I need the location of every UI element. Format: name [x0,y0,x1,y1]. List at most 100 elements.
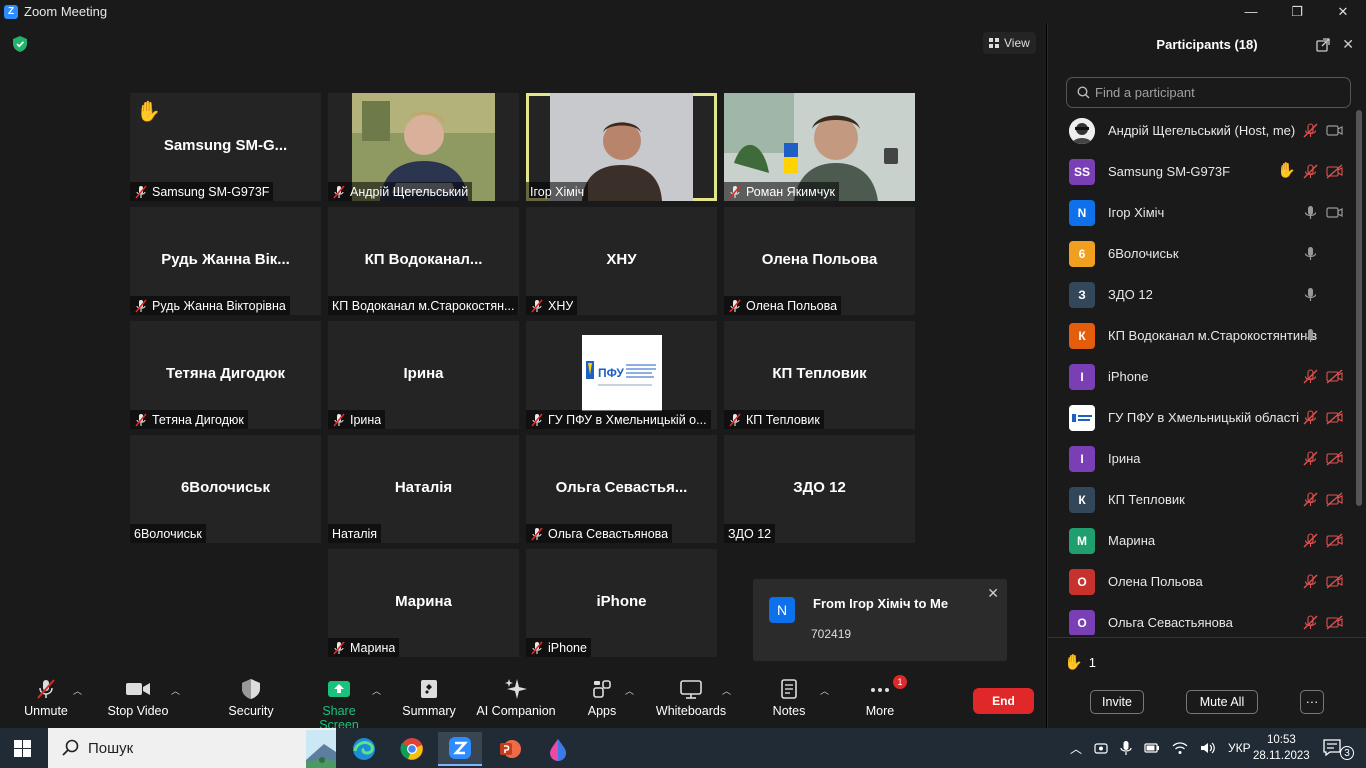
mic-muted-icon[interactable] [1302,122,1319,139]
microphone-tray-icon[interactable] [1120,740,1132,756]
minimize-button[interactable]: — [1228,0,1274,23]
video-tile[interactable]: ПФУ ГУ ПФУ в Хмельницькій о... [526,321,717,429]
windows-start-icon[interactable] [14,740,31,757]
powerpoint-icon[interactable] [488,732,532,766]
camera-off-icon[interactable] [1326,491,1343,508]
video-tile[interactable]: Роман Якимчук [724,93,915,201]
maximize-button[interactable]: ❐ [1274,0,1320,23]
camera-icon[interactable] [1326,122,1343,139]
toast-close-icon[interactable]: ✕ [987,585,999,602]
mic-muted-icon[interactable] [1302,450,1319,467]
mic-icon[interactable] [1302,245,1319,262]
video-tile[interactable]: Ольга Севастья... Ольга Севастьянова [526,435,717,543]
popout-icon[interactable] [1316,38,1330,52]
close-panel-icon[interactable]: ✕ [1342,36,1354,53]
mic-muted-icon[interactable] [1302,614,1319,631]
mic-icon[interactable] [1302,204,1319,221]
video-tile[interactable]: Samsung SM-G... ✋ Samsung SM-G973F [130,93,321,201]
taskbar-search[interactable]: Пошук [48,728,336,768]
video-tile[interactable]: КП Тепловик КП Тепловик [724,321,915,429]
video-tile[interactable]: Андрій Щегельський [328,93,519,201]
security-button[interactable]: Security [226,678,276,718]
volume-icon[interactable] [1200,741,1216,755]
participant-avatar: 6 [1069,240,1095,267]
notification-center[interactable]: 3 [1322,728,1354,768]
camera-off-icon[interactable] [1326,368,1343,385]
video-tile[interactable]: iPhone iPhone [526,549,717,657]
taskbar-clock[interactable]: 10:53 28.11.2023 [1253,732,1310,764]
tile-participant-name: ХНУ [548,298,574,313]
mic-muted-icon[interactable] [1302,573,1319,590]
video-tile[interactable]: ХНУ ХНУ [526,207,717,315]
participant-row[interactable]: N Ігор Хіміч [1048,192,1355,233]
encryption-shield-icon[interactable] [13,36,27,52]
participant-row[interactable]: З ЗДО 12 [1048,274,1355,315]
mic-muted-icon[interactable] [1302,491,1319,508]
participant-row[interactable]: К КП Тепловик [1048,479,1355,520]
panel-more-button[interactable]: ··· [1300,690,1324,714]
mic-icon[interactable] [1302,327,1319,344]
participant-row[interactable]: О Олена Польова [1048,561,1355,602]
chrome-browser-icon[interactable] [390,732,434,766]
video-tile[interactable]: Ігор Хіміч [526,93,717,201]
video-tile[interactable]: Наталія Наталія [328,435,519,543]
mute-all-button[interactable]: Mute All [1186,690,1258,714]
edge-browser-icon[interactable] [342,732,386,766]
participant-search-input[interactable] [1095,85,1335,100]
participants-scrollbar[interactable] [1356,110,1362,506]
video-tile[interactable]: Тетяна Дигодюк Тетяна Дигодюк [130,321,321,429]
video-tile[interactable]: ЗДО 12 ЗДО 12 [724,435,915,543]
apps-button[interactable]: Apps [584,678,620,718]
video-camera-icon [126,683,150,695]
camera-off-icon[interactable] [1326,450,1343,467]
participant-row[interactable]: IiPhone [1048,356,1355,397]
video-tile[interactable]: Олена Польова Олена Польова [724,207,915,315]
unmute-button[interactable]: Unmute [22,678,70,718]
camera-off-icon[interactable] [1326,163,1343,180]
chat-notification[interactable]: N From Ігор Хіміч to Me 702419 ✕ [753,579,1007,661]
stop-video-button[interactable]: Stop Video [106,678,170,718]
zoom-app-icon[interactable] [438,732,482,766]
summary-button[interactable]: Summary [400,678,458,718]
color-drop-app-icon[interactable] [536,732,580,766]
tray-chevron-icon[interactable]: ︿ [1070,740,1082,757]
participant-row[interactable]: М Марина [1048,520,1355,561]
video-tile[interactable]: Рудь Жанна Вік... Рудь Жанна Вікторівна [130,207,321,315]
end-meeting-button[interactable]: End [973,688,1034,714]
tile-display-name: Наталія [394,479,453,496]
mic-icon[interactable] [1302,286,1319,303]
share-screen-button[interactable]: Share Screen [303,678,375,732]
view-button[interactable]: View [983,32,1036,54]
camera-off-icon[interactable] [1326,573,1343,590]
mic-muted-icon[interactable] [1302,368,1319,385]
video-tile[interactable]: 6Волочиськ 6Волочиськ [130,435,321,543]
wifi-icon[interactable] [1172,741,1188,755]
camera-off-icon[interactable] [1326,532,1343,549]
participant-row[interactable]: О Ольга Севастьянова [1048,602,1355,635]
video-tile[interactable]: КП Водоканал... КП Водоканал м.Старокостя… [328,207,519,315]
camera-off-icon[interactable] [1326,614,1343,631]
close-window-button[interactable]: ✕ [1320,0,1366,23]
battery-icon[interactable] [1144,742,1160,754]
participant-row[interactable]: І Ірина [1048,438,1355,479]
participant-row[interactable]: К КП Водоканал м.Старокостянтинів [1048,315,1355,356]
whiteboards-button[interactable]: Whiteboards [655,678,727,718]
meet-now-icon[interactable] [1094,741,1108,755]
notes-button[interactable]: Notes [770,678,808,718]
ai-companion-button[interactable]: AI Companion [476,678,556,718]
participant-row[interactable]: 6 6Волочиськ [1048,233,1355,274]
invite-button[interactable]: Invite [1090,690,1144,714]
video-tile[interactable]: Ірина Ірина [328,321,519,429]
video-tile[interactable]: Марина Марина [328,549,519,657]
participant-row[interactable]: ГУ ПФУ в Хмельницькій області [1048,397,1355,438]
mic-muted-icon[interactable] [1302,163,1319,180]
mic-muted-icon[interactable] [1302,409,1319,426]
camera-off-icon[interactable] [1326,409,1343,426]
keyboard-language[interactable]: УКР [1228,741,1251,755]
participant-row[interactable]: Андрій Щегельський (Host, me) [1048,110,1355,151]
camera-icon[interactable] [1326,204,1343,221]
window-title: Zoom Meeting [24,4,108,19]
participant-row[interactable]: SS Samsung SM-G973F ✋ [1048,151,1355,192]
mic-muted-icon[interactable] [1302,532,1319,549]
more-button[interactable]: More 1 [862,675,907,718]
